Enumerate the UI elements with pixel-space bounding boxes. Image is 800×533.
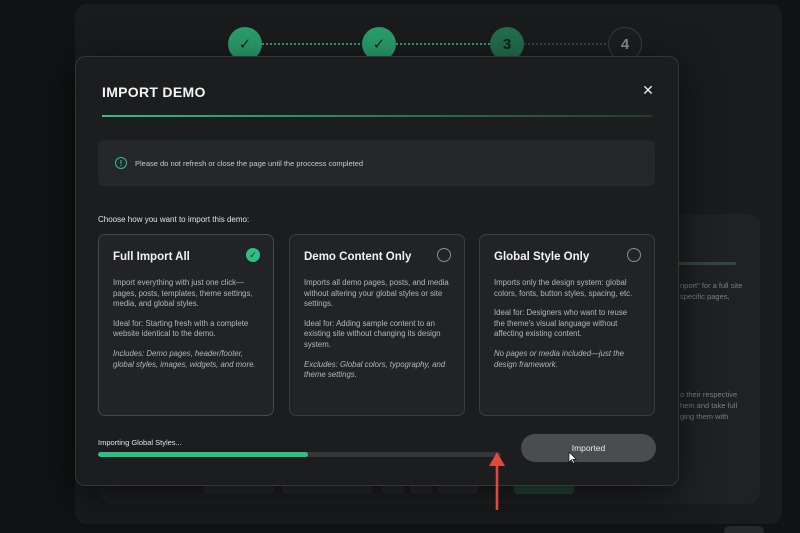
import-demo-modal: IMPORT DEMO ✕ ! Please do not refresh or… [75,56,679,486]
option-title: Demo Content Only [304,251,412,263]
background-text: ging them with [680,412,729,421]
choose-label: Choose how you want to import this demo: [98,215,250,224]
step-connector [396,43,492,45]
radio-unchecked-icon[interactable] [437,248,451,262]
option-global-style[interactable]: Global Style Only Imports only the desig… [479,234,655,416]
background-text: o their respective [680,390,738,399]
progress-fill [98,452,308,457]
radio-unchecked-icon[interactable] [627,248,641,262]
title-underline [102,115,652,117]
option-note: Excludes: Global colors, typography, and… [304,359,446,380]
notice-text: Please do not refresh or close the page … [135,158,364,168]
mouse-cursor-icon [568,452,577,464]
option-note: No pages or media included—just the desi… [494,348,625,369]
progress-label: Importing Global Styles... [98,438,182,447]
option-full-import[interactable]: Full Import All ✓ Import everything with… [98,234,274,416]
option-description: Imports only the design system: global c… [494,278,633,298]
option-description: Import everything with just one click—pa… [113,278,253,309]
option-title: Global Style Only [494,251,590,263]
step-connector [524,43,610,45]
notice-banner: ! Please do not refresh or close the pag… [98,140,655,186]
background-progress-bar [676,262,736,265]
background-pill [724,526,764,533]
info-icon: ! [115,157,127,169]
modal-title: IMPORT DEMO [102,84,206,100]
option-ideal: Ideal for: Starting fresh with a complet… [113,318,249,339]
step-connector [262,43,364,45]
close-icon[interactable]: ✕ [639,81,657,99]
background-text: nport" for a full site [680,281,743,290]
background-text: specific pages, [680,292,730,301]
option-demo-content[interactable]: Demo Content Only Imports all demo pages… [289,234,465,416]
option-description: Imports all demo pages, posts, and media… [304,278,449,309]
background-text: hem and take full [680,401,738,410]
progress-track [98,452,501,457]
imported-button[interactable]: Imported [521,434,656,462]
option-ideal: Ideal for: Designers who want to reuse t… [494,308,628,339]
option-ideal: Ideal for: Adding sample content to an e… [304,318,441,349]
option-title: Full Import All [113,251,190,263]
radio-checked-icon[interactable]: ✓ [246,248,260,262]
annotation-arrow-icon [489,452,505,510]
option-note: Includes: Demo pages, header/footer, glo… [113,348,256,369]
